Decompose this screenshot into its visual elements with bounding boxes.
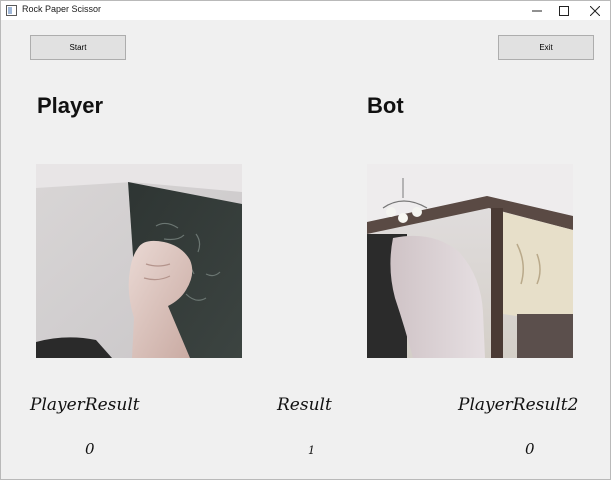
maximize-button[interactable] [549, 1, 579, 20]
bot-camera-feed [367, 164, 573, 358]
player-heading: Player [37, 93, 104, 118]
window-title: Rock Paper Scissor [22, 4, 102, 14]
title-bar[interactable]: Rock Paper Scissor [1, 1, 610, 20]
player-score: 0 [85, 440, 95, 458]
result-value: 1 [308, 444, 315, 457]
player-result2-label: PlayerResult2 [458, 395, 579, 415]
player-camera-feed [36, 164, 242, 358]
result-label: Result [277, 395, 332, 415]
maximize-icon [559, 5, 569, 16]
start-button[interactable]: Start [30, 35, 126, 60]
player-result-label: PlayerResult [30, 395, 140, 415]
app-icon [6, 5, 17, 16]
exit-button[interactable]: Exit [498, 35, 594, 60]
bot-score: 0 [525, 440, 535, 458]
close-icon [590, 5, 600, 16]
minimize-icon [532, 10, 542, 11]
bot-heading: Bot [367, 93, 404, 118]
minimize-button[interactable] [522, 1, 552, 20]
close-button[interactable] [580, 1, 610, 20]
app-window: Rock Paper Scissor Start Exit Player Bot [0, 0, 611, 480]
